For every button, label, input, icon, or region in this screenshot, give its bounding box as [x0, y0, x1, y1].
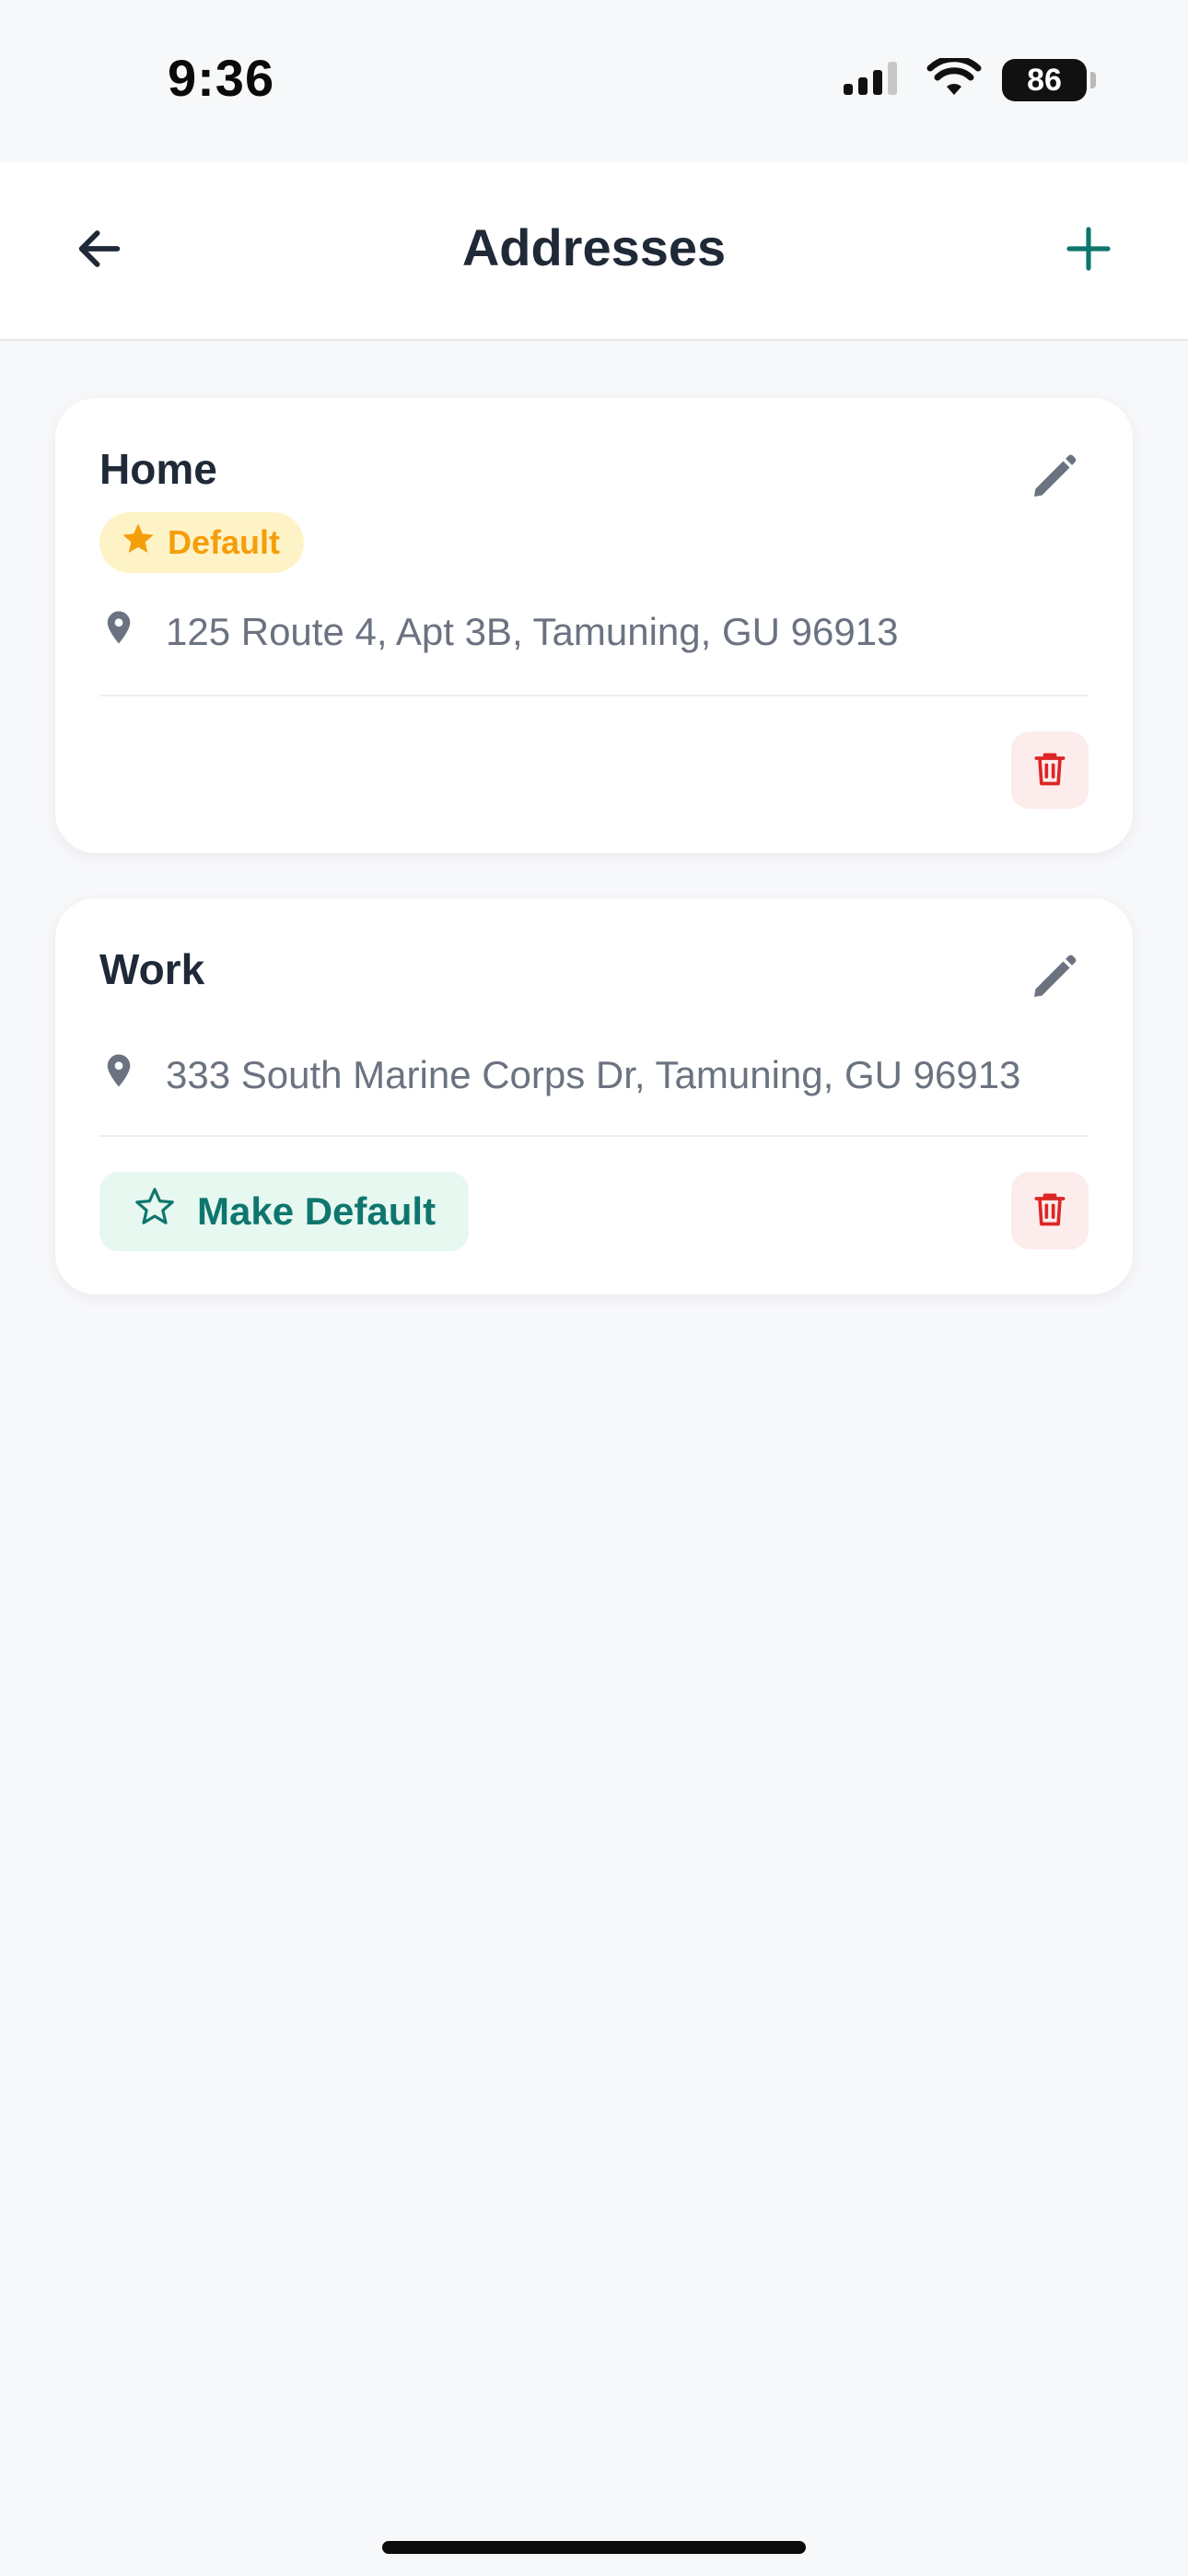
edit-address-button[interactable]	[1019, 444, 1089, 514]
star-filled-icon	[120, 521, 157, 566]
make-default-button[interactable]: Make Default	[99, 1172, 470, 1251]
plus-icon	[1063, 223, 1114, 279]
make-default-label: Make Default	[197, 1189, 437, 1233]
card-divider	[99, 1135, 1089, 1137]
address-card-work: Work 333 South Marine Corps Dr, Tamuning…	[55, 898, 1133, 1294]
add-address-button[interactable]	[1044, 206, 1133, 295]
default-badge: Default	[99, 512, 305, 573]
app-header: Addresses	[0, 162, 1188, 341]
address-line: 125 Route 4, Apt 3B, Tamuning, GU 96913	[99, 606, 898, 658]
battery-cap	[1090, 72, 1096, 88]
edit-address-button[interactable]	[1019, 944, 1089, 1014]
pencil-icon	[1028, 451, 1079, 508]
map-pin-icon	[99, 606, 138, 658]
cellular-signal-icon	[844, 60, 906, 101]
delete-address-button[interactable]	[1011, 732, 1089, 809]
status-icons: 86	[844, 54, 1096, 103]
address-card-home: Home Default 125 Route 4, Apt 3B, Tamuni…	[55, 398, 1133, 853]
wifi-icon	[926, 54, 982, 103]
status-bar: 9:36 86	[0, 0, 1188, 162]
trash-icon	[1030, 1188, 1070, 1234]
address-label: Work	[99, 945, 205, 993]
battery-indicator: 86	[1002, 59, 1096, 101]
star-outline-icon	[133, 1185, 177, 1238]
battery-level: 86	[1027, 62, 1062, 98]
page-title: Addresses	[461, 218, 727, 276]
status-time: 9:36	[168, 49, 275, 107]
address-text: 333 South Marine Corps Dr, Tamuning, GU …	[166, 1053, 1021, 1096]
delete-address-button[interactable]	[1011, 1172, 1089, 1249]
address-label: Home	[99, 445, 217, 493]
address-line: 333 South Marine Corps Dr, Tamuning, GU …	[99, 1049, 1020, 1101]
trash-icon	[1030, 748, 1070, 793]
default-badge-label: Default	[168, 523, 281, 561]
home-indicator	[382, 2541, 806, 2554]
map-pin-icon	[99, 1049, 138, 1101]
address-text: 125 Route 4, Apt 3B, Tamuning, GU 96913	[166, 610, 899, 653]
pencil-icon	[1028, 952, 1079, 1008]
card-divider	[99, 695, 1089, 697]
